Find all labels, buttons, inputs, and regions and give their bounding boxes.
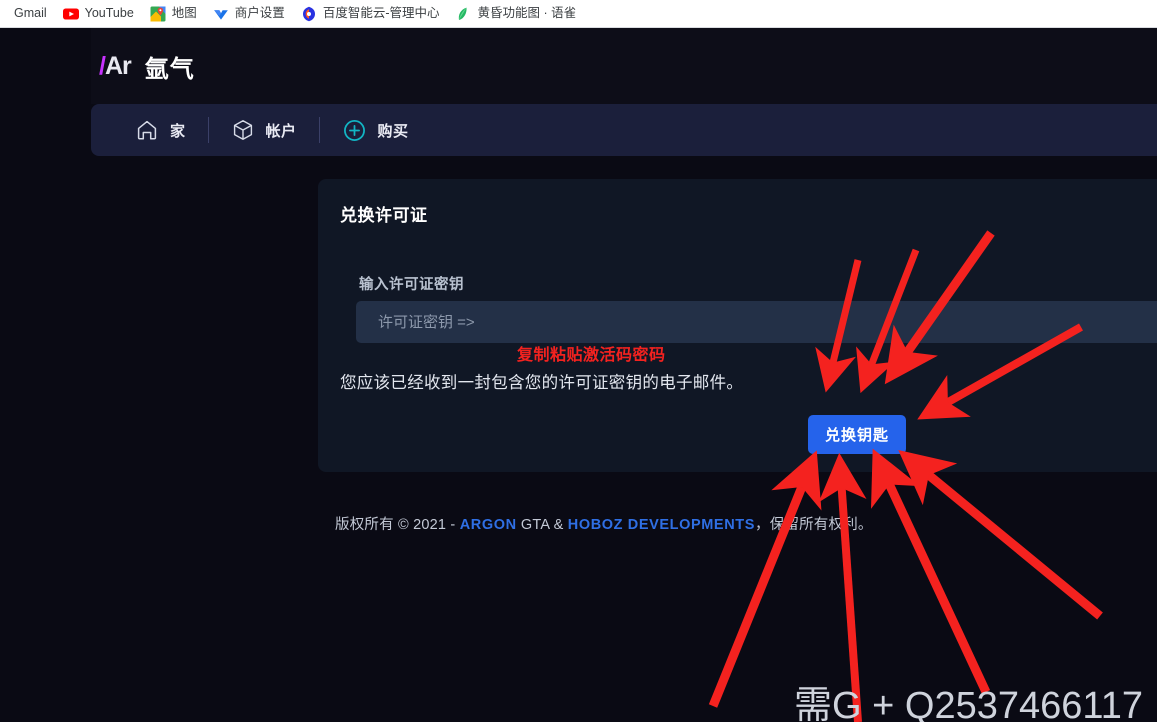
footer-prefix: 版权所有 © 2021 - — [335, 517, 460, 533]
license-key-input[interactable] — [356, 301, 1157, 343]
arrow-up-2 — [818, 452, 867, 722]
bookmark-merchant-settings[interactable]: 商户设置 — [205, 2, 293, 26]
bookmark-baidu-cloud[interactable]: 百度智能云-管理中心 — [293, 2, 448, 26]
main-navbar: 家 帐户 购买 — [91, 104, 1157, 156]
footer-copyright: 版权所有 © 2021 - ARGON GTA & HOBOZ DEVELOPM… — [335, 513, 873, 534]
annotation-paste-hint: 复制粘贴激活码密码 — [517, 347, 666, 364]
youtube-icon — [62, 8, 79, 19]
google-maps-icon — [150, 6, 166, 21]
argon-logo-mark: /Ar — [99, 51, 132, 80]
footer-link-hoboz[interactable]: HOBOZ DEVELOPMENTS — [568, 517, 755, 533]
logo-letters: Ar — [104, 51, 132, 80]
app-page: /Ar 氩气 家 帐户 购买 兑换许可证 输入许可证密钥 许可证密钥 => 您应… — [0, 28, 1157, 722]
nav-item-home[interactable]: 家 — [113, 104, 208, 156]
nav-item-account[interactable]: 帐户 — [209, 104, 319, 156]
bookmark-label: YouTube — [84, 6, 134, 21]
site-header: /Ar 氩气 — [91, 28, 1157, 104]
card-title: 兑换许可证 — [340, 206, 428, 225]
bookmark-label: Gmail — [14, 6, 47, 21]
bookmark-label: 地图 — [171, 6, 197, 21]
nav-label-buy: 购买 — [377, 122, 409, 140]
bookmark-maps[interactable]: 地图 — [142, 2, 205, 26]
brand-title: 氩气 — [144, 55, 195, 83]
nav-item-buy[interactable]: 购买 — [320, 104, 431, 156]
nav-label-home: 家 — [170, 122, 186, 140]
bookmark-label: 黄昏功能图 · 语雀 — [477, 6, 577, 21]
plus-circle-icon — [343, 119, 365, 141]
bookmark-yuque[interactable]: 黄昏功能图 · 语雀 — [447, 2, 584, 26]
footer-link-argon[interactable]: ARGON — [460, 517, 517, 533]
bookmark-gmail[interactable]: Gmail — [6, 2, 55, 26]
arrow-up-4 — [898, 449, 1103, 620]
redeem-key-button[interactable]: 兑换钥匙 — [808, 415, 906, 454]
bookmark-label: 商户设置 — [234, 6, 285, 21]
cube-icon — [233, 120, 252, 140]
arrow-up-1 — [708, 450, 822, 708]
arrow-up-3 — [870, 448, 991, 694]
baidu-cloud-icon — [302, 6, 315, 21]
home-icon — [137, 120, 157, 140]
bookmark-youtube[interactable]: YouTube — [55, 2, 142, 26]
footer-suffix: ，保留所有权利。 — [755, 517, 873, 533]
email-note: 您应该已经收到一封包含您的许可证密钥的电子邮件。 — [340, 374, 744, 392]
license-key-label: 输入许可证密钥 — [359, 277, 464, 293]
merchant-settings-icon — [213, 9, 228, 20]
bookmark-label: 百度智能云-管理中心 — [322, 6, 440, 21]
footer-middle: GTA & — [516, 517, 568, 533]
yuque-icon — [459, 7, 468, 20]
watermark: 需G + Q2537466117 — [794, 687, 1143, 722]
browser-bookmark-bar: Gmail YouTube 地图 商户设置 百度智能云-管理中心 黄昏功能图 ·… — [0, 0, 1157, 28]
brand-logo[interactable]: /Ar 氩气 — [99, 49, 195, 84]
watermark-contact: 需G + Q2537466117 — [794, 685, 1143, 722]
redeem-license-card: 兑换许可证 输入许可证密钥 您应该已经收到一封包含您的许可证密钥的电子邮件。 兑… — [318, 179, 1157, 472]
nav-label-account: 帐户 — [265, 122, 297, 140]
